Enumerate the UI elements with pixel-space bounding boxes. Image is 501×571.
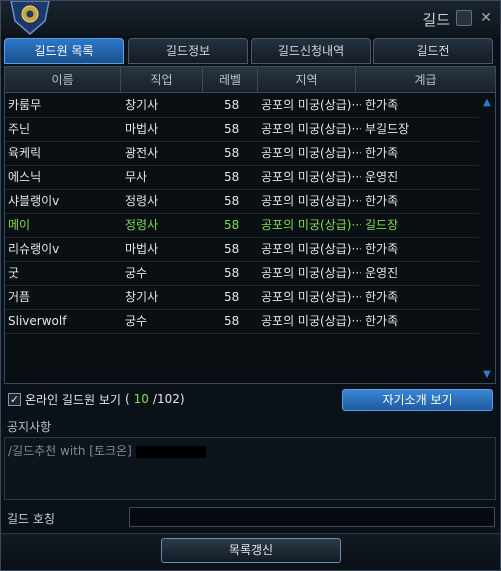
header-rank[interactable]: 계급 xyxy=(356,67,495,93)
member-zone: 공포의 미궁(상급)··· xyxy=(261,314,361,328)
table-row[interactable]: 리슈랭이v 마법사 58 공포의 미궁(상급)··· 한가족 xyxy=(5,238,479,262)
member-class: 마법사 xyxy=(125,122,159,136)
scroll-up-icon[interactable]: ▲ xyxy=(481,97,493,109)
title-bar[interactable]: 길드 ✕ xyxy=(1,1,500,35)
guild-window: 길드 ✕ 길드원 목록 길드정보 길드신청내역 길드전 이름 직업 레벨 지역 … xyxy=(0,0,501,571)
member-class: 광전사 xyxy=(125,146,159,160)
member-name: 육케릭 xyxy=(8,146,42,160)
header-level[interactable]: 레벨 xyxy=(203,67,258,93)
refresh-list-button[interactable]: 목록갱신 xyxy=(161,538,341,563)
table-row[interactable]: 주닌 마법사 58 공포의 미궁(상급)··· 부길드장 xyxy=(5,118,479,142)
lock-icon[interactable] xyxy=(456,10,472,26)
scroll-down-icon[interactable]: ▼ xyxy=(481,369,493,381)
member-name: 굿 xyxy=(8,266,20,280)
header-name[interactable]: 이름 xyxy=(5,67,121,93)
table-row[interactable]: Sliverwolf 궁수 58 공포의 미궁(상급)··· 한가족 xyxy=(5,310,479,334)
table-row[interactable]: 카룸무 창기사 58 공포의 미궁(상급)··· 한가족 xyxy=(5,94,479,118)
member-zone: 공포의 미궁(상급)··· xyxy=(261,242,361,256)
tab-application-history[interactable]: 길드신청내역 xyxy=(251,38,371,64)
tab-bar: 길드원 목록 길드정보 길드신청내역 길드전 xyxy=(4,38,497,64)
member-zone: 공포의 미궁(상급)··· xyxy=(261,98,361,112)
member-class: 정령사 xyxy=(125,218,159,232)
member-rank: 한가족 xyxy=(365,194,399,208)
member-rank: 한가족 xyxy=(365,290,399,304)
member-level: 58 xyxy=(224,146,240,160)
table-header: 이름 직업 레벨 지역 계급 xyxy=(5,67,495,93)
member-class: 정령사 xyxy=(125,194,159,208)
tab-guild-info[interactable]: 길드정보 xyxy=(128,38,248,64)
member-rank: 운영진 xyxy=(365,170,399,184)
nickname-label: 길드 호칭 xyxy=(7,512,55,526)
member-rank: 운영진 xyxy=(365,266,399,280)
member-class: 궁수 xyxy=(125,266,148,280)
nickname-input[interactable] xyxy=(129,507,495,527)
notice-text-area[interactable]: /길드추천 with [토크온] xyxy=(4,437,496,500)
header-zone[interactable]: 지역 xyxy=(258,67,356,93)
table-row[interactable]: 굿 궁수 58 공포의 미궁(상급)··· 운영진 xyxy=(5,262,479,286)
online-open-paren: ( xyxy=(124,392,130,406)
member-name: 리슈랭이v xyxy=(8,242,60,256)
notice-label: 공지사항 xyxy=(7,420,52,434)
member-level: 58 xyxy=(224,122,240,136)
member-class: 마법사 xyxy=(125,242,159,256)
view-introduction-button[interactable]: 자기소개 보기 xyxy=(342,389,493,411)
window-title: 길드 xyxy=(422,11,450,29)
member-class: 궁수 xyxy=(125,314,148,328)
member-rank: 한가족 xyxy=(365,242,399,256)
guild-emblem-icon xyxy=(10,1,50,35)
member-zone: 공포의 미궁(상급)··· xyxy=(261,122,361,136)
member-level: 58 xyxy=(224,98,240,112)
notice-text: /길드추천 with [토크온] xyxy=(8,444,132,458)
online-toggle[interactable]: ✓ 온라인 길드원 보기 (10/102) xyxy=(8,391,185,407)
online-checkbox[interactable]: ✓ xyxy=(8,392,21,406)
member-zone: 공포의 미궁(상급)··· xyxy=(261,194,361,208)
member-name: 카룸무 xyxy=(8,98,42,112)
member-name: 메이 xyxy=(8,218,31,232)
member-class: 창기사 xyxy=(125,98,159,112)
member-zone: 공포의 미궁(상급)··· xyxy=(261,170,361,184)
online-count: 10 xyxy=(133,392,149,406)
member-level: 58 xyxy=(224,266,240,280)
member-name: 샤블랭이v xyxy=(8,194,60,208)
table-row-self[interactable]: 메이 정령사 58 공포의 미궁(상급)··· 길드장 xyxy=(5,214,479,238)
member-class: 창기사 xyxy=(125,290,159,304)
redacted-block xyxy=(135,445,206,458)
member-zone: 공포의 미궁(상급)··· xyxy=(261,290,361,304)
table-rows: 카룸무 창기사 58 공포의 미궁(상급)··· 한가족 주닌 마법사 58 공… xyxy=(5,94,479,334)
member-level: 58 xyxy=(224,290,240,304)
tab-guild-war[interactable]: 길드전 xyxy=(373,38,493,64)
table-row[interactable]: 에스닉 무사 58 공포의 미궁(상급)··· 운영진 xyxy=(5,166,479,190)
close-icon[interactable]: ✕ xyxy=(478,10,494,26)
member-rank: 부길드장 xyxy=(365,122,410,136)
member-rank: 한가족 xyxy=(365,314,399,328)
member-zone: 공포의 미궁(상급)··· xyxy=(261,218,361,232)
member-level: 58 xyxy=(224,194,240,208)
member-name: 거픔 xyxy=(8,290,31,304)
scrollbar[interactable]: ▲ ▼ xyxy=(481,97,493,381)
member-level: 58 xyxy=(224,314,240,328)
member-level: 58 xyxy=(224,170,240,184)
tab-member-list[interactable]: 길드원 목록 xyxy=(4,38,124,64)
member-level: 58 xyxy=(224,218,240,232)
member-class: 무사 xyxy=(125,170,148,184)
member-rank: 한가족 xyxy=(365,98,399,112)
table-row[interactable]: 샤블랭이v 정령사 58 공포의 미궁(상급)··· 한가족 xyxy=(5,190,479,214)
online-total: /102) xyxy=(152,392,185,406)
table-row[interactable]: 육케릭 광전사 58 공포의 미궁(상급)··· 한가족 xyxy=(5,142,479,166)
header-class[interactable]: 직업 xyxy=(121,67,203,93)
member-name: 주닌 xyxy=(8,122,31,136)
online-label: 온라인 길드원 보기 xyxy=(25,392,121,407)
member-rank: 길드장 xyxy=(365,218,399,232)
member-list: 이름 직업 레벨 지역 계급 카룸무 창기사 58 공포의 미궁(상급)··· … xyxy=(4,66,496,384)
table-row[interactable]: 거픔 창기사 58 공포의 미궁(상급)··· 한가족 xyxy=(5,286,479,310)
member-level: 58 xyxy=(224,242,240,256)
member-rank: 한가족 xyxy=(365,146,399,160)
member-name: 에스닉 xyxy=(8,170,42,184)
member-zone: 공포의 미궁(상급)··· xyxy=(261,146,361,160)
member-name: Sliverwolf xyxy=(8,314,67,328)
member-zone: 공포의 미궁(상급)··· xyxy=(261,266,361,280)
